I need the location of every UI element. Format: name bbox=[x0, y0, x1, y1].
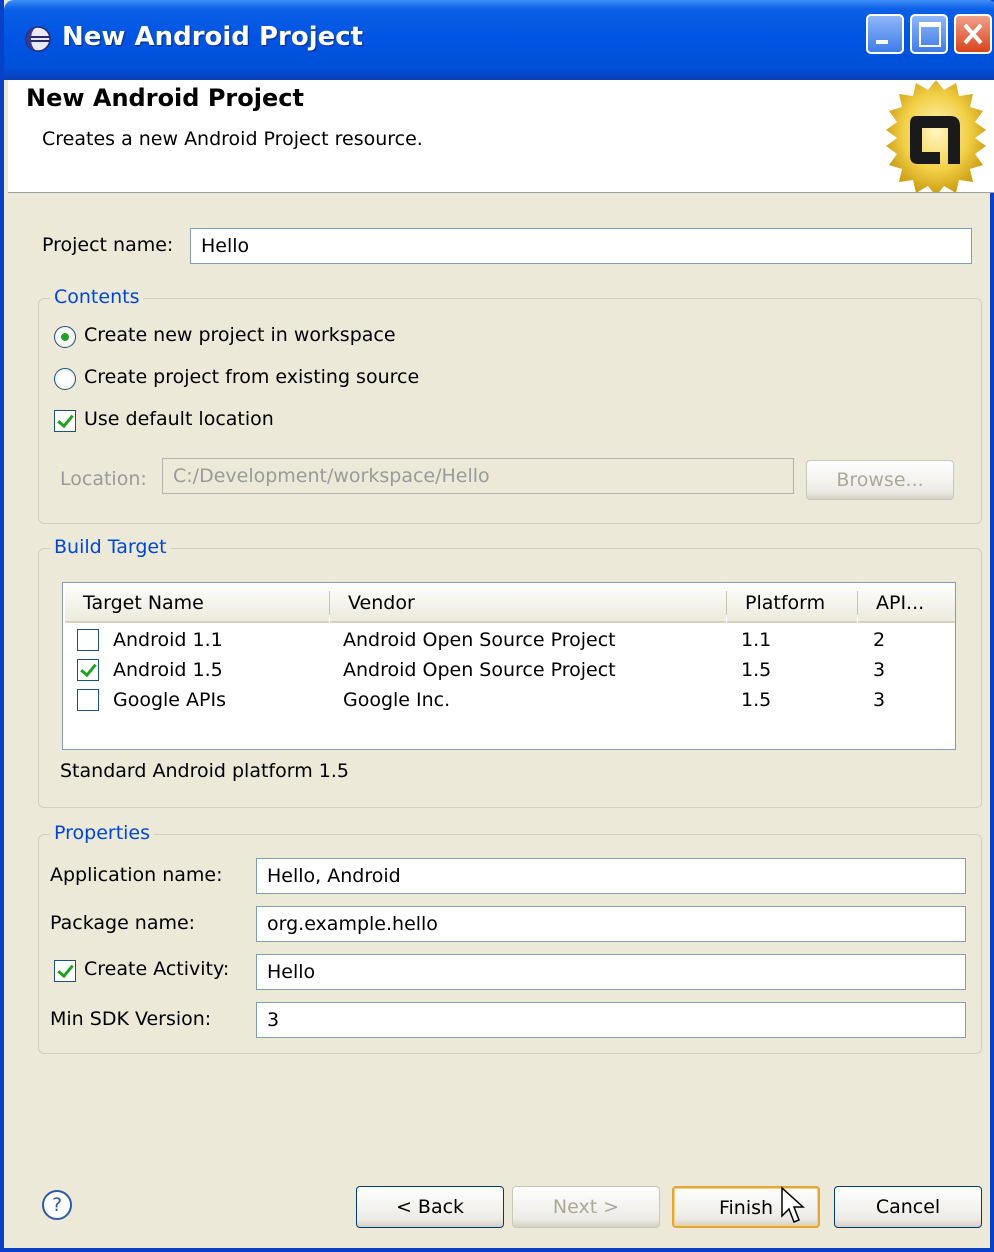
create-activity-checkbox[interactable] bbox=[54, 960, 76, 982]
next-button[interactable]: Next > bbox=[512, 1186, 660, 1228]
build-target-table[interactable]: Target Name Vendor Platform API... Andro… bbox=[62, 582, 956, 750]
table-cell-api: 2 bbox=[873, 629, 886, 651]
use-default-location-checkbox[interactable] bbox=[54, 410, 76, 432]
application-name-input[interactable]: Hello, Android bbox=[256, 858, 966, 894]
create-new-project-radio[interactable] bbox=[54, 326, 76, 348]
table-cell-target-name: Google APIs bbox=[113, 689, 226, 711]
table-cell-vendor: Android Open Source Project bbox=[343, 629, 616, 651]
back-button[interactable]: < Back bbox=[356, 1186, 504, 1228]
page-description: Creates a new Android Project resource. bbox=[42, 128, 423, 150]
build-target-description: Standard Android platform 1.5 bbox=[60, 760, 349, 782]
help-button[interactable]: ? bbox=[42, 1190, 72, 1220]
dialog-window: New Android Project New Android Project … bbox=[0, 0, 994, 1252]
create-from-existing-label[interactable]: Create project from existing source bbox=[84, 366, 419, 388]
column-header-vendor[interactable]: Vendor bbox=[330, 583, 726, 623]
contents-group-title: Contents bbox=[50, 286, 144, 308]
project-name-label: Project name: bbox=[42, 234, 174, 256]
window-title: New Android Project bbox=[62, 22, 364, 52]
help-icon: ? bbox=[51, 1194, 63, 1216]
cancel-button[interactable]: Cancel bbox=[834, 1186, 982, 1228]
application-name-label: Application name: bbox=[50, 864, 223, 886]
use-default-location-label[interactable]: Use default location bbox=[84, 408, 274, 430]
properties-group-title: Properties bbox=[50, 822, 155, 844]
location-label: Location: bbox=[60, 468, 147, 490]
location-input[interactable]: C:/Development/workspace/Hello bbox=[162, 458, 794, 494]
browse-button[interactable]: Browse... bbox=[806, 460, 954, 500]
target-checkbox-android-1-1[interactable] bbox=[77, 629, 99, 651]
create-from-existing-radio[interactable] bbox=[54, 368, 76, 390]
table-cell-platform: 1.5 bbox=[741, 659, 772, 681]
table-cell-vendor: Google Inc. bbox=[343, 689, 451, 711]
activity-name-input[interactable]: Hello bbox=[256, 954, 966, 990]
project-name-input[interactable]: Hello bbox=[190, 228, 972, 264]
package-name-input[interactable]: org.example.hello bbox=[256, 906, 966, 942]
column-header-api[interactable]: API... bbox=[858, 583, 955, 623]
table-cell-target-name: Android 1.1 bbox=[113, 629, 223, 651]
table-cell-platform: 1.1 bbox=[741, 629, 772, 651]
title-bar[interactable]: New Android Project bbox=[4, 0, 994, 80]
column-header-target-name[interactable]: Target Name bbox=[65, 583, 329, 623]
target-checkbox-android-1-5[interactable] bbox=[77, 659, 99, 681]
page-title: New Android Project bbox=[26, 84, 304, 112]
table-cell-api: 3 bbox=[873, 689, 886, 711]
min-sdk-version-input[interactable]: 3 bbox=[256, 1002, 966, 1038]
mouse-pointer-icon bbox=[781, 1186, 805, 1223]
close-icon bbox=[963, 23, 983, 45]
target-checkbox-google-apis[interactable] bbox=[77, 689, 99, 711]
table-cell-target-name: Android 1.5 bbox=[113, 659, 223, 681]
minimize-button[interactable] bbox=[866, 14, 904, 54]
table-cell-api: 3 bbox=[873, 659, 886, 681]
min-sdk-version-label: Min SDK Version: bbox=[50, 1008, 212, 1030]
wizard-header: New Android Project Creates a new Androi… bbox=[8, 80, 994, 193]
eclipse-icon bbox=[25, 26, 51, 52]
android-seal-icon bbox=[886, 80, 986, 192]
table-cell-platform: 1.5 bbox=[741, 689, 772, 711]
maximize-button[interactable] bbox=[910, 14, 948, 54]
create-new-project-label[interactable]: Create new project in workspace bbox=[84, 324, 396, 346]
create-activity-label[interactable]: Create Activity: bbox=[84, 958, 229, 980]
column-header-platform[interactable]: Platform bbox=[727, 583, 857, 623]
build-target-group-title: Build Target bbox=[50, 536, 171, 558]
table-cell-vendor: Android Open Source Project bbox=[343, 659, 616, 681]
close-button[interactable] bbox=[954, 14, 992, 54]
package-name-label: Package name: bbox=[50, 912, 196, 934]
